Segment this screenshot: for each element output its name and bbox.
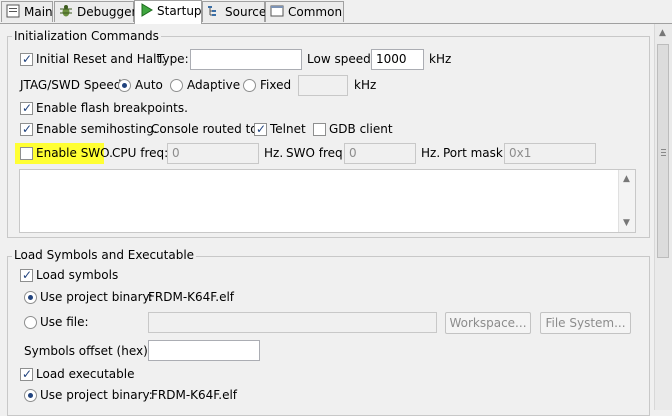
tab-main[interactable]: Main bbox=[1, 1, 53, 22]
flash-breakpoints-checkbox[interactable]: ✓ bbox=[20, 101, 33, 115]
load-executable-checkbox[interactable]: ✓ bbox=[20, 367, 33, 381]
tab-source[interactable]: Source bbox=[202, 1, 267, 22]
textarea-scroll-down-icon[interactable]: ▼ bbox=[623, 218, 630, 228]
symbols-use-file-radio[interactable] bbox=[24, 316, 37, 329]
common-icon bbox=[270, 4, 284, 18]
speed-fixed-radio[interactable] bbox=[243, 79, 256, 92]
tab-startup-label: Startup bbox=[157, 4, 202, 18]
textarea-scrollbar[interactable]: ▲ ▼ bbox=[618, 170, 635, 232]
cpu-freq-label: CPU freq: bbox=[112, 146, 169, 160]
swo-freq-input[interactable]: 0 bbox=[344, 143, 416, 164]
workspace-button[interactable]: Workspace... bbox=[445, 312, 531, 334]
swo-freq-label: SWO freq: bbox=[286, 146, 347, 160]
low-speed-input[interactable]: 1000 bbox=[371, 49, 424, 70]
tab-bar: Main Debugger Startup Source Common bbox=[0, 0, 672, 24]
port-mask-label: Port mask: bbox=[443, 146, 507, 160]
symbols-offset-input[interactable] bbox=[148, 340, 260, 361]
load-symbols-title: Load Symbols and Executable bbox=[12, 248, 197, 262]
textarea-scroll-up-icon[interactable]: ▲ bbox=[623, 174, 630, 184]
symbols-project-binary-label: Use project binary: bbox=[40, 290, 153, 304]
file-system-button[interactable]: File System... bbox=[540, 312, 631, 334]
startup-icon bbox=[139, 3, 153, 17]
load-symbols-label: Load symbols bbox=[36, 268, 119, 282]
init-commands-title: Initialization Commands bbox=[12, 29, 161, 43]
symbols-offset-label: Symbols offset (hex): bbox=[24, 344, 152, 358]
low-speed-label: Low speed: bbox=[307, 52, 375, 66]
exec-project-binary-label: Use project binary: bbox=[40, 388, 153, 402]
tab-source-label: Source bbox=[225, 5, 267, 19]
speed-adaptive-radio[interactable] bbox=[170, 79, 183, 92]
init-commands-textarea[interactable]: ▲ ▼ bbox=[19, 169, 636, 233]
cpu-freq-input[interactable]: 0 bbox=[167, 143, 259, 164]
console-routed-label: Console routed to: bbox=[151, 122, 262, 136]
symbols-project-binary-radio[interactable] bbox=[24, 291, 37, 304]
speed-adaptive-label: Adaptive bbox=[187, 78, 241, 92]
tab-debugger-label: Debugger bbox=[77, 5, 137, 19]
swo-freq-unit: Hz. bbox=[421, 146, 441, 160]
load-symbols-checkbox[interactable]: ✓ bbox=[20, 268, 33, 282]
jtag-speed-label: JTAG/SWD Speed: bbox=[20, 78, 126, 92]
tab-common-label: Common bbox=[288, 5, 343, 19]
speed-auto-label: Auto bbox=[135, 78, 163, 92]
type-label: Type: bbox=[157, 52, 189, 66]
semihosting-label: Enable semihosting. bbox=[36, 122, 158, 136]
flash-breakpoints-label: Enable flash breakpoints. bbox=[36, 101, 188, 115]
low-speed-unit: kHz bbox=[429, 52, 452, 66]
exec-project-binary-value: FRDM-K64F.elf bbox=[151, 388, 238, 402]
page-scrollbar[interactable]: ▲ bbox=[654, 24, 672, 410]
tab-startup[interactable]: Startup bbox=[134, 0, 202, 24]
telnet-checkbox[interactable]: ✓ bbox=[254, 122, 267, 136]
speed-auto-radio[interactable] bbox=[118, 79, 131, 92]
scroll-thumb[interactable] bbox=[657, 44, 669, 258]
exec-project-binary-radio[interactable] bbox=[24, 389, 37, 402]
enable-swo-label: Enable SWO. bbox=[36, 146, 113, 160]
gdb-client-label: GDB client bbox=[329, 122, 393, 136]
speed-fixed-label: Fixed bbox=[260, 78, 292, 92]
type-input[interactable] bbox=[190, 49, 302, 70]
telnet-label: Telnet bbox=[270, 122, 306, 136]
semihosting-checkbox[interactable]: ✓ bbox=[20, 122, 33, 136]
tab-common[interactable]: Common bbox=[265, 1, 344, 22]
cpu-freq-unit: Hz. bbox=[264, 146, 284, 160]
fixed-speed-input[interactable] bbox=[298, 75, 348, 96]
enable-swo-checkbox[interactable] bbox=[20, 147, 33, 160]
source-icon bbox=[207, 4, 221, 18]
symbols-use-file-label: Use file: bbox=[40, 315, 89, 329]
scroll-up-icon[interactable]: ▲ bbox=[659, 28, 666, 38]
main-icon bbox=[6, 4, 20, 18]
symbols-project-binary-value: FRDM-K64F.elf bbox=[148, 290, 235, 304]
load-executable-label: Load executable bbox=[36, 367, 135, 381]
gdb-client-checkbox[interactable] bbox=[313, 123, 326, 136]
debugger-icon bbox=[59, 4, 73, 18]
symbols-file-input[interactable] bbox=[148, 312, 437, 333]
port-mask-input[interactable]: 0x1 bbox=[504, 143, 596, 164]
initial-reset-label: Initial Reset and Halt. bbox=[36, 52, 165, 66]
fixed-speed-unit: kHz bbox=[354, 78, 377, 92]
tab-debugger[interactable]: Debugger bbox=[54, 1, 137, 22]
initial-reset-checkbox[interactable]: ✓ bbox=[20, 52, 33, 66]
tab-main-label: Main bbox=[24, 5, 53, 19]
